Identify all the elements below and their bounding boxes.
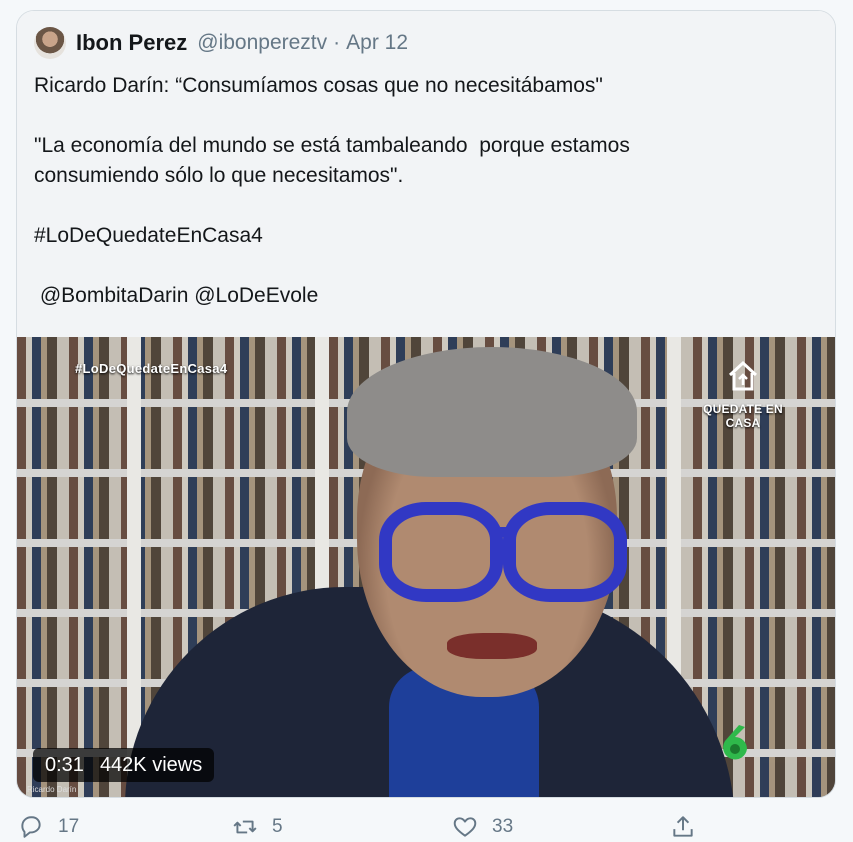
share-button[interactable] [670,812,710,842]
tweet-text-area: Ibon Perez @ibonpereztv · Apr 12 Ricardo… [17,11,835,337]
retweet-button[interactable]: 5 [232,812,283,842]
house-icon [728,360,758,391]
video-views: 442K views [99,753,203,776]
header-separator: · [333,31,341,54]
video-player[interactable]: #LoDeQuedateEnCasa4 QUEDATE EN CASA 0:31… [17,337,835,797]
author-name[interactable]: Ibon Perez [76,30,187,56]
tweet-header: Ibon Perez @ibonpereztv · Apr 12 [34,27,408,59]
video-duration-badge: 0:31 442K views [33,748,215,782]
quedate-en-casa-logo: QUEDATE EN CASA [693,359,793,430]
tweet-card[interactable]: Ibon Perez @ibonpereztv · Apr 12 Ricardo… [16,10,836,798]
like-button[interactable]: 33 [452,812,513,842]
person-hair [347,347,637,477]
lasexta-logo-icon [723,725,747,760]
retweet-count: 5 [272,816,283,837]
retweet-icon [233,820,257,834]
heart-icon [453,817,477,837]
video-duration: 0:31 [45,753,84,776]
glasses-right-lens [503,502,627,602]
reply-icon [21,816,41,838]
like-count: 33 [492,816,514,837]
glasses-bridge [495,527,513,537]
author-handle[interactable]: @ibonpereztv [197,31,327,55]
mouth [447,633,537,659]
reply-button[interactable]: 17 [18,812,79,842]
quedate-en-casa-label: QUEDATE EN CASA [703,402,783,430]
glasses-left-lens [379,502,503,602]
video-hashtag-overlay: #LoDeQuedateEnCasa4 [75,361,228,376]
tweet-body: Ricardo Darín: “Consumíamos cosas que no… [34,74,630,307]
avatar[interactable] [34,27,66,59]
tweet-date[interactable]: Apr 12 [346,31,408,55]
video-credit: Ricardo Darín [27,785,77,794]
tweet-actions: 17 5 33 [18,812,818,842]
share-icon [673,816,693,837]
reply-count: 17 [58,816,80,837]
